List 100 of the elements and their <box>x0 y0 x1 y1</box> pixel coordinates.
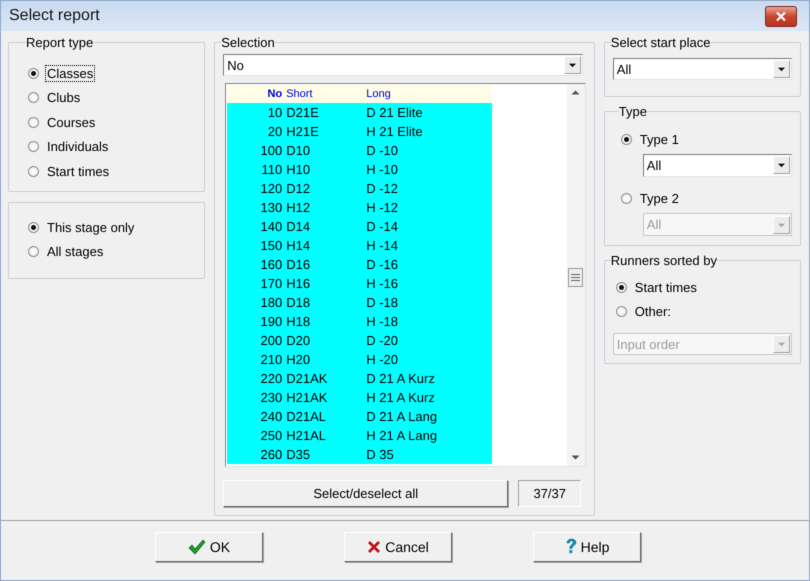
list-row[interactable]: 120 D12 D -12 <box>227 179 492 198</box>
list-row[interactable]: 110 H10 H -10 <box>227 160 492 179</box>
radio-icon[interactable] <box>28 166 39 177</box>
list-cell-text: H 21 A Lang <box>366 428 438 443</box>
checkmark-icon <box>188 538 206 554</box>
radio-icon[interactable] <box>28 141 39 152</box>
group-label: Type <box>618 104 647 119</box>
list-cell-text: H21AK <box>286 390 328 405</box>
list-cell-text: 220 <box>260 371 282 386</box>
list-cell-text: 150 <box>260 238 282 253</box>
list-cell-text: H -10 <box>366 162 400 177</box>
close-icon <box>776 12 786 20</box>
radio-option[interactable]: Start times <box>616 275 792 300</box>
cancel-button[interactable]: Cancel <box>344 532 452 562</box>
group-label: Selection <box>221 35 275 50</box>
list-row[interactable]: 160 D16 D -16 <box>227 255 492 274</box>
list-cell-text: 100 <box>260 143 282 158</box>
list-cell-text: D 21 Elite <box>366 105 424 120</box>
close-button[interactable] <box>765 6 797 26</box>
list-cell-text: 230 <box>260 390 282 405</box>
radio-icon[interactable] <box>620 193 632 204</box>
scroll-down-icon[interactable] <box>571 455 580 460</box>
column-header: Short <box>286 88 314 100</box>
list-row[interactable]: 100 D10 D -10 <box>227 141 492 160</box>
list-row[interactable]: 170 H16 H -16 <box>227 274 492 293</box>
dropdown[interactable]: No <box>223 54 584 76</box>
radio-icon[interactable] <box>28 68 39 79</box>
group-label: Runners sorted by <box>610 253 718 268</box>
radio-option[interactable]: Type 1 <box>620 127 792 152</box>
list-row[interactable]: 20 H21E H 21 Elite <box>227 122 492 141</box>
list-cell-text: D -18 <box>366 295 400 310</box>
column-header: Long <box>366 88 392 100</box>
dropdown[interactable]: All <box>642 154 792 176</box>
list-cell-text: H18 <box>286 314 312 329</box>
list-cell-text: 200 <box>260 333 282 348</box>
list-row[interactable]: 210 H20 H -20 <box>227 350 492 369</box>
list-cell-text: D -10 <box>366 143 400 158</box>
list-cell-text: H20 <box>286 352 312 367</box>
list-cell-text: H -14 <box>366 238 400 253</box>
list-cell-text: H -16 <box>366 276 400 291</box>
dropdown[interactable]: All <box>612 58 792 80</box>
list-row[interactable]: 250 H21AL H 21 A Lang <box>227 426 492 445</box>
list-cell-text: 20 <box>266 124 282 139</box>
list-cell-text: 260 <box>260 447 282 462</box>
radio-option[interactable]: Classes <box>28 61 196 86</box>
list-cell-text: D -12 <box>366 181 400 196</box>
radio-icon[interactable] <box>28 92 39 104</box>
list-row[interactable]: 140 D14 D -14 <box>227 217 492 236</box>
radio-option[interactable]: Start times <box>28 159 196 184</box>
scroll-up-icon[interactable] <box>571 90 580 95</box>
list-cell-text: H -18 <box>366 314 400 329</box>
radio-option[interactable]: Other: <box>616 300 792 324</box>
list-row[interactable]: 10 D21E D 21 Elite <box>227 103 492 122</box>
radio-option[interactable]: Individuals <box>28 134 196 159</box>
select-all-button[interactable]: Select/deselect all <box>223 480 508 507</box>
list-cell-text: 160 <box>260 257 282 272</box>
list-row[interactable]: 220 D21AK D 21 A Kurz <box>227 369 492 388</box>
list-cell-text: 130 <box>260 200 282 215</box>
cross-icon <box>367 540 382 554</box>
radio-option[interactable]: Courses <box>28 110 196 134</box>
list-row[interactable]: 200 D20 D -20 <box>227 331 492 350</box>
list-row[interactable]: 260 D35 D 35 <box>227 445 492 464</box>
ok-button[interactable]: OK <box>155 532 263 562</box>
list-row[interactable]: 130 H12 H -12 <box>227 198 492 217</box>
list-cell-text: H16 <box>286 276 312 291</box>
radio-icon[interactable] <box>28 116 39 128</box>
help-button[interactable]: Help <box>533 532 641 562</box>
scrollbar[interactable] <box>566 84 585 466</box>
radio-icon[interactable] <box>28 246 39 258</box>
group-label: Report type <box>26 35 94 50</box>
radio-icon[interactable] <box>616 282 627 293</box>
list-cell-text: D18 <box>286 295 312 310</box>
list-row[interactable]: 190 H18 H -18 <box>227 312 492 331</box>
radio-option[interactable]: Type 2 <box>620 186 792 211</box>
list-row[interactable]: 230 H21AK H 21 A Kurz <box>227 388 492 407</box>
scroll-thumb[interactable] <box>568 268 583 287</box>
radio-option[interactable]: All stages <box>28 240 196 264</box>
radio-icon[interactable] <box>620 134 632 145</box>
radio-icon[interactable] <box>28 222 39 233</box>
list-cell-text: H 21 Elite <box>366 124 424 139</box>
list-cell-text: H -12 <box>366 200 400 215</box>
list-cell-text: 180 <box>260 295 282 310</box>
radio-option[interactable]: This stage only <box>28 215 196 240</box>
radio-icon[interactable] <box>616 306 627 318</box>
count-display: 37/37 <box>518 480 582 507</box>
list-cell-text: 120 <box>260 181 282 196</box>
list-row[interactable]: 150 H14 H -14 <box>227 236 492 255</box>
list-cell-text: D10 <box>286 143 312 158</box>
radio-option[interactable]: Clubs <box>28 86 196 110</box>
list-cell-text: 190 <box>260 314 282 329</box>
list-cell-text: D 35 <box>366 447 395 462</box>
list-cell-text: D21AK <box>286 371 328 386</box>
list-row[interactable]: 180 D18 D -18 <box>227 293 492 312</box>
list-row[interactable]: 240 D21AL D 21 A Lang <box>227 407 492 426</box>
list-cell-text: 240 <box>260 409 282 424</box>
list-cell-text: D16 <box>286 257 312 272</box>
list-cell-text: D35 <box>286 447 312 462</box>
list-cell-text: 250 <box>260 428 282 443</box>
group-label: Select start place <box>610 35 710 50</box>
list-cell-text: 110 <box>260 162 282 177</box>
